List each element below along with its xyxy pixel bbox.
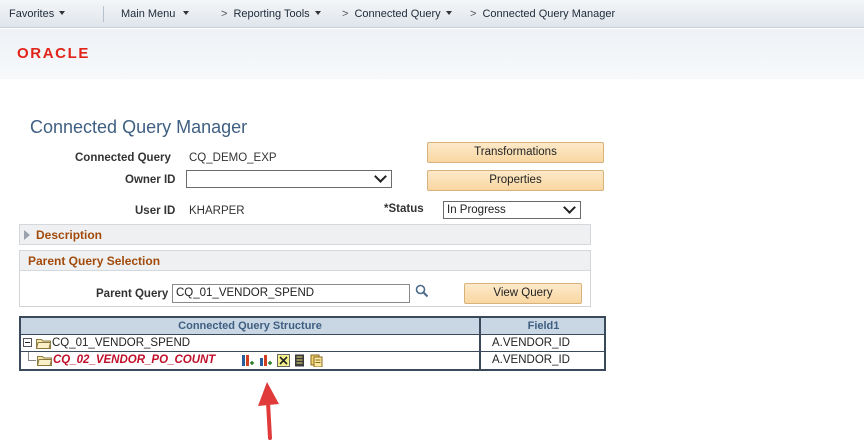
oracle-logo: ORACLE (17, 45, 90, 62)
properties-icon[interactable] (310, 354, 323, 367)
grid-header: Connected Query Structure Field1 (21, 318, 604, 335)
user-id-value: KHARPER (189, 205, 245, 217)
folder-icon (36, 339, 51, 349)
chevron-down-icon (563, 201, 576, 214)
transformations-button[interactable]: Transformations (427, 142, 604, 163)
header-banner: ORACLE (0, 29, 864, 79)
description-label: Description (36, 228, 103, 242)
folder-icon (37, 356, 52, 366)
view-query-button[interactable]: View Query (464, 283, 582, 304)
connected-query-structure-grid: Connected Query Structure Field1 CQ_01_V… (19, 316, 606, 371)
tree-connector (28, 360, 36, 361)
table-row: CQ_02_VENDOR_PO_COUNT A.VENDOR_ID (21, 352, 604, 369)
nav-divider (103, 6, 104, 22)
favorites-label: Favorites (9, 8, 55, 20)
top-navigation-bar: Favorites Main Menu > Reporting Tools > Co… (0, 0, 864, 28)
field1-cell: A.VENDOR_ID (492, 354, 570, 366)
add-sibling-query-icon[interactable] (259, 354, 272, 367)
parent-query-section-header: Parent Query Selection (19, 250, 591, 271)
caret-down-icon (59, 11, 66, 15)
annotation-arrow-icon (258, 382, 279, 440)
structure-cell: CQ_01_VENDOR_SPEND (21, 335, 481, 351)
caret-down-icon (183, 11, 190, 15)
chevron-down-icon (374, 170, 387, 183)
status-value: In Progress (447, 204, 506, 216)
structure-cell: CQ_02_VENDOR_PO_COUNT (21, 352, 481, 369)
search-icon[interactable] (415, 284, 429, 298)
properties-button[interactable]: Properties (427, 170, 604, 191)
tree-connector (28, 352, 29, 360)
page-title: Connected Query Manager (30, 117, 248, 137)
status-label: *Status (384, 203, 424, 215)
chevron-right-icon: > (470, 8, 477, 20)
field1-cell: A.VENDOR_ID (492, 337, 570, 349)
main-menu-label: Main Menu (121, 8, 176, 20)
breadcrumb-label: Connected Query Manager (482, 8, 616, 20)
add-child-query-icon[interactable] (241, 354, 254, 367)
breadcrumb-reporting-tools[interactable]: > Reporting Tools (221, 8, 321, 20)
favorites-menu[interactable]: Favorites (9, 8, 66, 20)
chevron-right-icon: > (342, 8, 349, 20)
caret-down-icon (445, 11, 452, 15)
connected-query-value: CQ_DEMO_EXP (189, 152, 277, 164)
status-select[interactable]: In Progress (443, 201, 581, 219)
breadcrumb-connected-query[interactable]: > Connected Query (342, 8, 452, 20)
connected-query-label: Connected Query (75, 152, 171, 164)
parent-query-value: CQ_01_VENDOR_SPEND (176, 287, 315, 299)
delete-icon[interactable] (277, 354, 290, 367)
parent-query-input[interactable]: CQ_01_VENDOR_SPEND (172, 284, 410, 303)
breadcrumb-label: Reporting Tools (233, 8, 310, 20)
collapse-icon[interactable] (23, 338, 32, 347)
owner-id-label: Owner ID (125, 174, 176, 186)
parent-query-section-title: Parent Query Selection (28, 254, 161, 268)
owner-id-select[interactable] (186, 170, 392, 188)
related-fields-icon[interactable] (293, 354, 306, 367)
expand-triangle-icon (24, 230, 30, 240)
table-row: CQ_01_VENDOR_SPEND A.VENDOR_ID (21, 335, 604, 352)
query-node-link[interactable]: CQ_02_VENDOR_PO_COUNT (53, 352, 215, 368)
parent-query-label: Parent Query (96, 288, 169, 300)
caret-down-icon (314, 11, 321, 15)
field1-column-header: Field1 (527, 320, 560, 332)
breadcrumb-connected-query-manager[interactable]: > Connected Query Manager (470, 8, 615, 20)
structure-column-header: Connected Query Structure (21, 318, 481, 334)
breadcrumb-label: Connected Query (354, 8, 441, 20)
chevron-right-icon: > (221, 8, 228, 20)
query-node-link[interactable]: CQ_01_VENDOR_SPEND (52, 335, 190, 351)
user-id-label: User ID (135, 205, 176, 217)
description-section-toggle[interactable]: Description (19, 224, 591, 245)
main-menu[interactable]: Main Menu (121, 8, 190, 20)
